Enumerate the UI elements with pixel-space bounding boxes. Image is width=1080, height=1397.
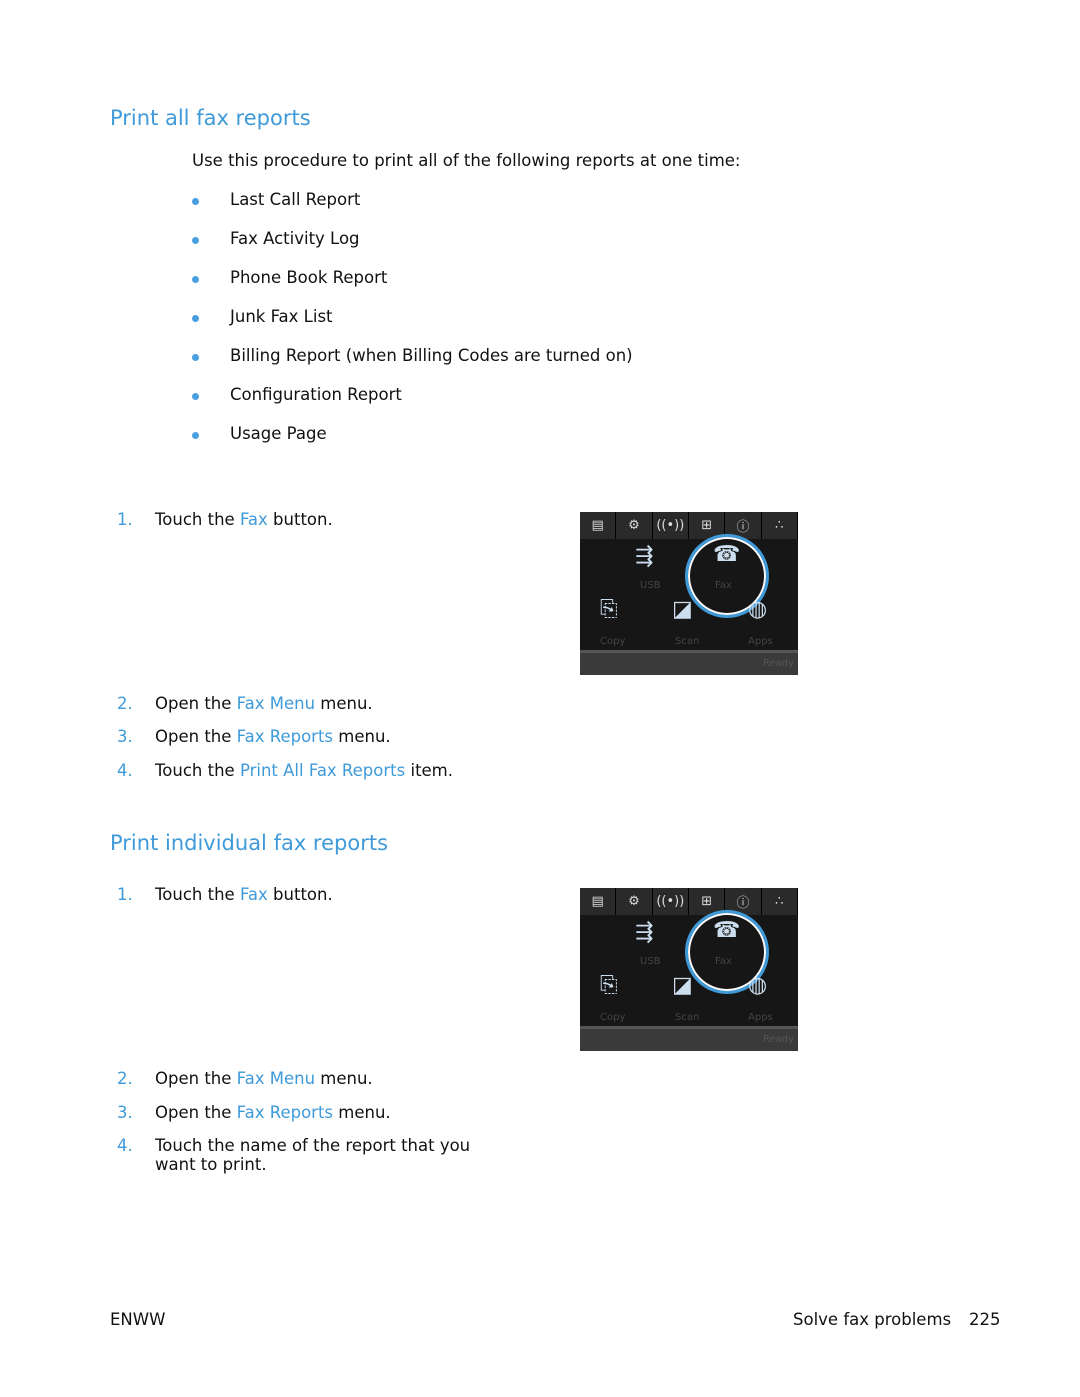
document-icon: ▤ — [580, 512, 617, 539]
setup-icon: ⚙ — [616, 512, 653, 539]
intro-text: Use this procedure to print all of the f… — [192, 151, 741, 170]
bullet-icon — [192, 276, 199, 283]
document-icon: ▤ — [580, 888, 617, 915]
scan-icon: ◪ — [672, 973, 693, 998]
apps-icon: ◍ — [748, 597, 768, 622]
bullet-icon — [192, 432, 199, 439]
section-title-print-individual: Print individual fax reports — [110, 831, 389, 855]
supplies-icon: ∴ — [762, 888, 798, 915]
list-item: Fax Activity Log — [192, 229, 633, 268]
scan-icon: ◪ — [672, 597, 693, 622]
step-4: 4. Touch the name of the report that you … — [117, 1136, 471, 1174]
wireless-icon: ((•)) — [653, 512, 689, 539]
step-3: 3. Open the Fax Reports menu. — [117, 1103, 391, 1122]
bullet-icon — [192, 393, 199, 400]
section-title-print-all: Print all fax reports — [110, 106, 311, 130]
step-3: 3. Open the Fax Reports menu. — [117, 727, 391, 746]
footer-left: ENWW — [110, 1310, 166, 1329]
wireless-icon: ((•)) — [653, 888, 689, 915]
report-list: Last Call Report Fax Activity Log Phone … — [192, 190, 633, 463]
list-item: Configuration Report — [192, 385, 633, 424]
footer-section: Solve fax problems — [793, 1310, 952, 1329]
control-panel-screenshot: ▤ ⚙ ((•)) ⊞ ⓘ ∴ ⇶ ☎ USB Fax ⎘ ◪ ◍ Copy Scan A… — [580, 512, 798, 675]
step-1: 1. Touch the Fax button. — [117, 885, 333, 904]
supplies-icon: ∴ — [762, 512, 798, 539]
list-item: Usage Page — [192, 424, 633, 463]
step-2: 2. Open the Fax Menu menu. — [117, 694, 373, 713]
copy-icon: ⎘ — [600, 973, 618, 998]
copy-icon: ⎘ — [600, 597, 618, 622]
step-1: 1. Touch the Fax button. — [117, 510, 333, 529]
list-item: Phone Book Report — [192, 268, 633, 307]
control-panel-screenshot: ▤ ⚙ ((•)) ⊞ ⓘ ∴ ⇶ ☎ USB Fax ⎘ ◪ ◍ Copy Scan A… — [580, 888, 798, 1051]
apps-icon: ◍ — [748, 973, 768, 998]
step-2: 2. Open the Fax Menu menu. — [117, 1069, 373, 1088]
list-item: Junk Fax List — [192, 307, 633, 346]
bullet-icon — [192, 315, 199, 322]
bullet-icon — [192, 237, 199, 244]
bullet-icon — [192, 354, 199, 361]
list-item: Last Call Report — [192, 190, 633, 229]
setup-icon: ⚙ — [616, 888, 653, 915]
step-4: 4. Touch the Print All Fax Reports item. — [117, 761, 454, 780]
usb-icon: ⇶ — [635, 544, 654, 569]
page-number: 225 — [969, 1310, 1001, 1329]
bullet-icon — [192, 198, 199, 205]
list-item: Billing Report (when Billing Codes are t… — [192, 346, 633, 385]
usb-icon: ⇶ — [635, 920, 654, 945]
